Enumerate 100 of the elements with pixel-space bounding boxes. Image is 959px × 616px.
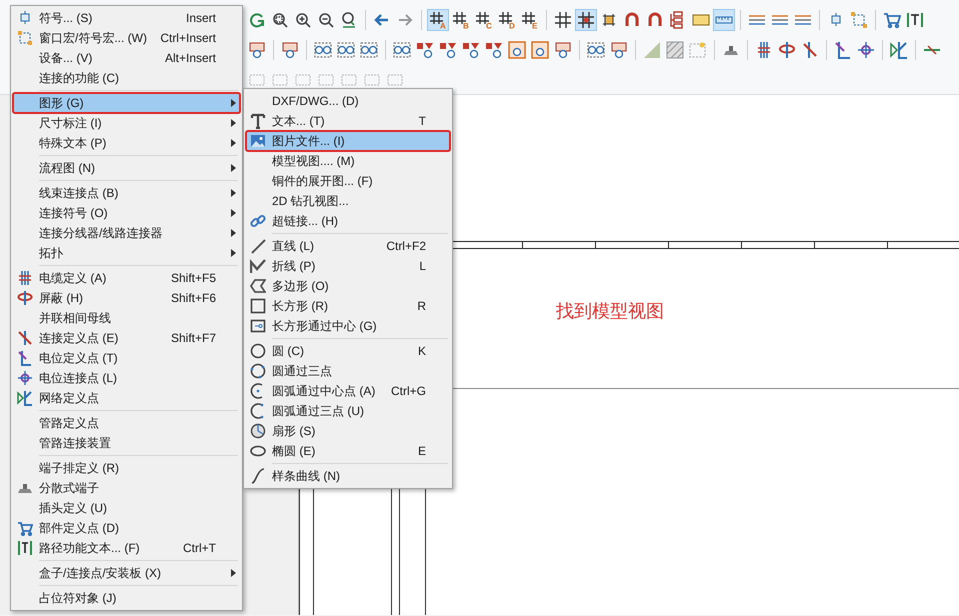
menu-item[interactable]: 2D 钻孔视图...: [246, 191, 450, 211]
zoom-in-icon: [294, 11, 312, 29]
potential-icon: [834, 41, 852, 59]
menu-item[interactable]: 扇形 (S): [246, 421, 450, 441]
toolbar-grid-button[interactable]: [552, 9, 574, 31]
submenu-arrow-icon: [230, 249, 236, 257]
menu-item[interactable]: 文本... (T) T: [246, 111, 450, 131]
picture-icon: [250, 133, 266, 149]
cart-icon: [883, 11, 901, 29]
menu-item[interactable]: DXF/DWG... (D): [246, 91, 450, 111]
menu-item[interactable]: 流程图 (N): [13, 158, 240, 178]
menu-item[interactable]: 椭圆 (E) E: [246, 441, 450, 461]
submenu-arrow-icon: [230, 164, 236, 172]
text-frame-icon: [906, 11, 924, 29]
menu-item[interactable]: 样条曲线 (N): [246, 466, 450, 486]
polygon-icon: [250, 278, 266, 294]
shield-icon: [778, 41, 796, 59]
cable-icon: [17, 270, 33, 286]
menu-item[interactable]: 直线 (L) Ctrl+F2: [246, 236, 450, 256]
device-icon: [281, 41, 299, 59]
device-pair-icon: [314, 41, 332, 59]
menu-item[interactable]: 端子排定义 (R): [13, 458, 240, 478]
menu-item[interactable]: 折线 (P) L: [246, 256, 450, 276]
rectangle-center-icon: [250, 318, 266, 334]
toolbar-device-box-button[interactable]: [529, 39, 551, 61]
device-icon: [554, 41, 572, 59]
circle-points-icon: [250, 363, 266, 379]
menu-item[interactable]: 并联相间母线: [13, 308, 240, 328]
device-arrow-icon: [416, 41, 434, 59]
toolbar-network-button[interactable]: [888, 39, 910, 61]
menu-item[interactable]: 超链接... (H): [246, 211, 450, 231]
device-arrow-icon: [439, 41, 457, 59]
menu-item[interactable]: 铜件的展开图... (F): [246, 171, 450, 191]
menu-item[interactable]: 连接的功能 (C): [13, 68, 240, 88]
menu-item[interactable]: 圆弧通过中心点 (A) Ctrl+G: [246, 381, 450, 401]
menu-item[interactable]: 电位定义点 (T): [13, 348, 240, 368]
cart-icon: [17, 520, 33, 536]
rectangle-icon: [250, 298, 266, 314]
menu-item[interactable]: 管路定义点: [13, 413, 240, 433]
menu-item[interactable]: 网络定义点: [13, 388, 240, 408]
potential-point-icon: [17, 370, 33, 386]
menu-item[interactable]: 部件定义点 (D): [13, 518, 240, 538]
submenu-arrow-icon: [230, 209, 236, 217]
device-icon: [248, 41, 266, 59]
toolbar-shield-button[interactable]: [776, 39, 798, 61]
menu-item[interactable]: 电位连接点 (L): [13, 368, 240, 388]
menu-item[interactable]: 连接定义点 (E) Shift+F7: [13, 328, 240, 348]
toolbar-potential-point-button[interactable]: [855, 39, 877, 61]
menu-item[interactable]: 设备... (V) Alt+Insert: [13, 48, 240, 68]
menu-item[interactable]: 窗口宏/符号宏... (W) Ctrl+Insert: [13, 28, 240, 48]
menu-item[interactable]: 圆 (C) K: [246, 341, 450, 361]
menu-item[interactable]: 多边形 (O): [246, 276, 450, 296]
macro-icon: [850, 11, 868, 29]
toolbar-device-box-button[interactable]: [506, 39, 528, 61]
potential-icon: [17, 350, 33, 366]
refresh-icon: [248, 11, 266, 29]
menu-item[interactable]: 屏蔽 (H) Shift+F6: [13, 288, 240, 308]
toolbar-grid-snap-button[interactable]: [575, 9, 597, 31]
menu-item[interactable]: 盒子/连接点/安装板 (X): [13, 563, 240, 583]
submenu-arrow-icon: [230, 119, 236, 127]
pattern-icon: [643, 41, 661, 59]
menu-item[interactable]: 电缆定义 (A) Shift+F5: [13, 268, 240, 288]
potential-point-icon: [857, 41, 875, 59]
network-icon: [17, 390, 33, 406]
menu-item[interactable]: 长方形 (R) R: [246, 296, 450, 316]
submenu-arrow-icon: [230, 569, 236, 577]
menu-item[interactable]: 路径功能文本... (F) Ctrl+T: [13, 538, 240, 558]
menu-item[interactable]: 分散式端子: [13, 478, 240, 498]
menu-item[interactable]: 图形 (G): [13, 93, 240, 113]
menu-item[interactable]: 连接分线器/线路连接器: [13, 223, 240, 243]
menu-item[interactable]: 圆通过三点: [246, 361, 450, 381]
dashed-box-icon: [689, 41, 707, 59]
zoom-window-icon: [271, 11, 289, 29]
annotation-text: 找到模型视图: [556, 300, 664, 323]
device-arrow-icon: [462, 41, 480, 59]
device-box-icon: [508, 41, 526, 59]
menu-item[interactable]: 长方形通过中心 (G): [246, 316, 450, 336]
menu-item[interactable]: 连接符号 (O): [13, 203, 240, 223]
menu-item[interactable]: 拓扑: [13, 243, 240, 263]
menu-item[interactable]: 占位符对象 (J): [13, 588, 240, 608]
menu-item[interactable]: 线束连接点 (B): [13, 183, 240, 203]
device-arrow-icon: [485, 41, 503, 59]
menu-item[interactable]: 特殊文本 (P): [13, 133, 240, 153]
submenu-arrow-icon: [230, 139, 236, 147]
cable-icon: [755, 41, 773, 59]
connection-icon: [801, 41, 819, 59]
menu-item[interactable]: 管路连接装置: [13, 433, 240, 453]
menu-item[interactable]: 圆弧通过三点 (U): [246, 401, 450, 421]
magnet-icon: [623, 11, 641, 29]
menu-item[interactable]: 图片文件... (I): [246, 131, 450, 151]
toolbar-ruler-button[interactable]: [713, 9, 735, 31]
menu-item[interactable]: 模型视图.... (M): [246, 151, 450, 171]
line-icon: [250, 238, 266, 254]
device-box-icon: [531, 41, 549, 59]
toolbar-macro-button[interactable]: [848, 9, 870, 31]
menu-item[interactable]: 尺寸标注 (I): [13, 113, 240, 133]
toolbar-hatch-button[interactable]: [664, 39, 686, 61]
menu-item[interactable]: 符号... (S) Insert: [13, 8, 240, 28]
arc-points-icon: [250, 403, 266, 419]
menu-item[interactable]: 插头定义 (U): [13, 498, 240, 518]
